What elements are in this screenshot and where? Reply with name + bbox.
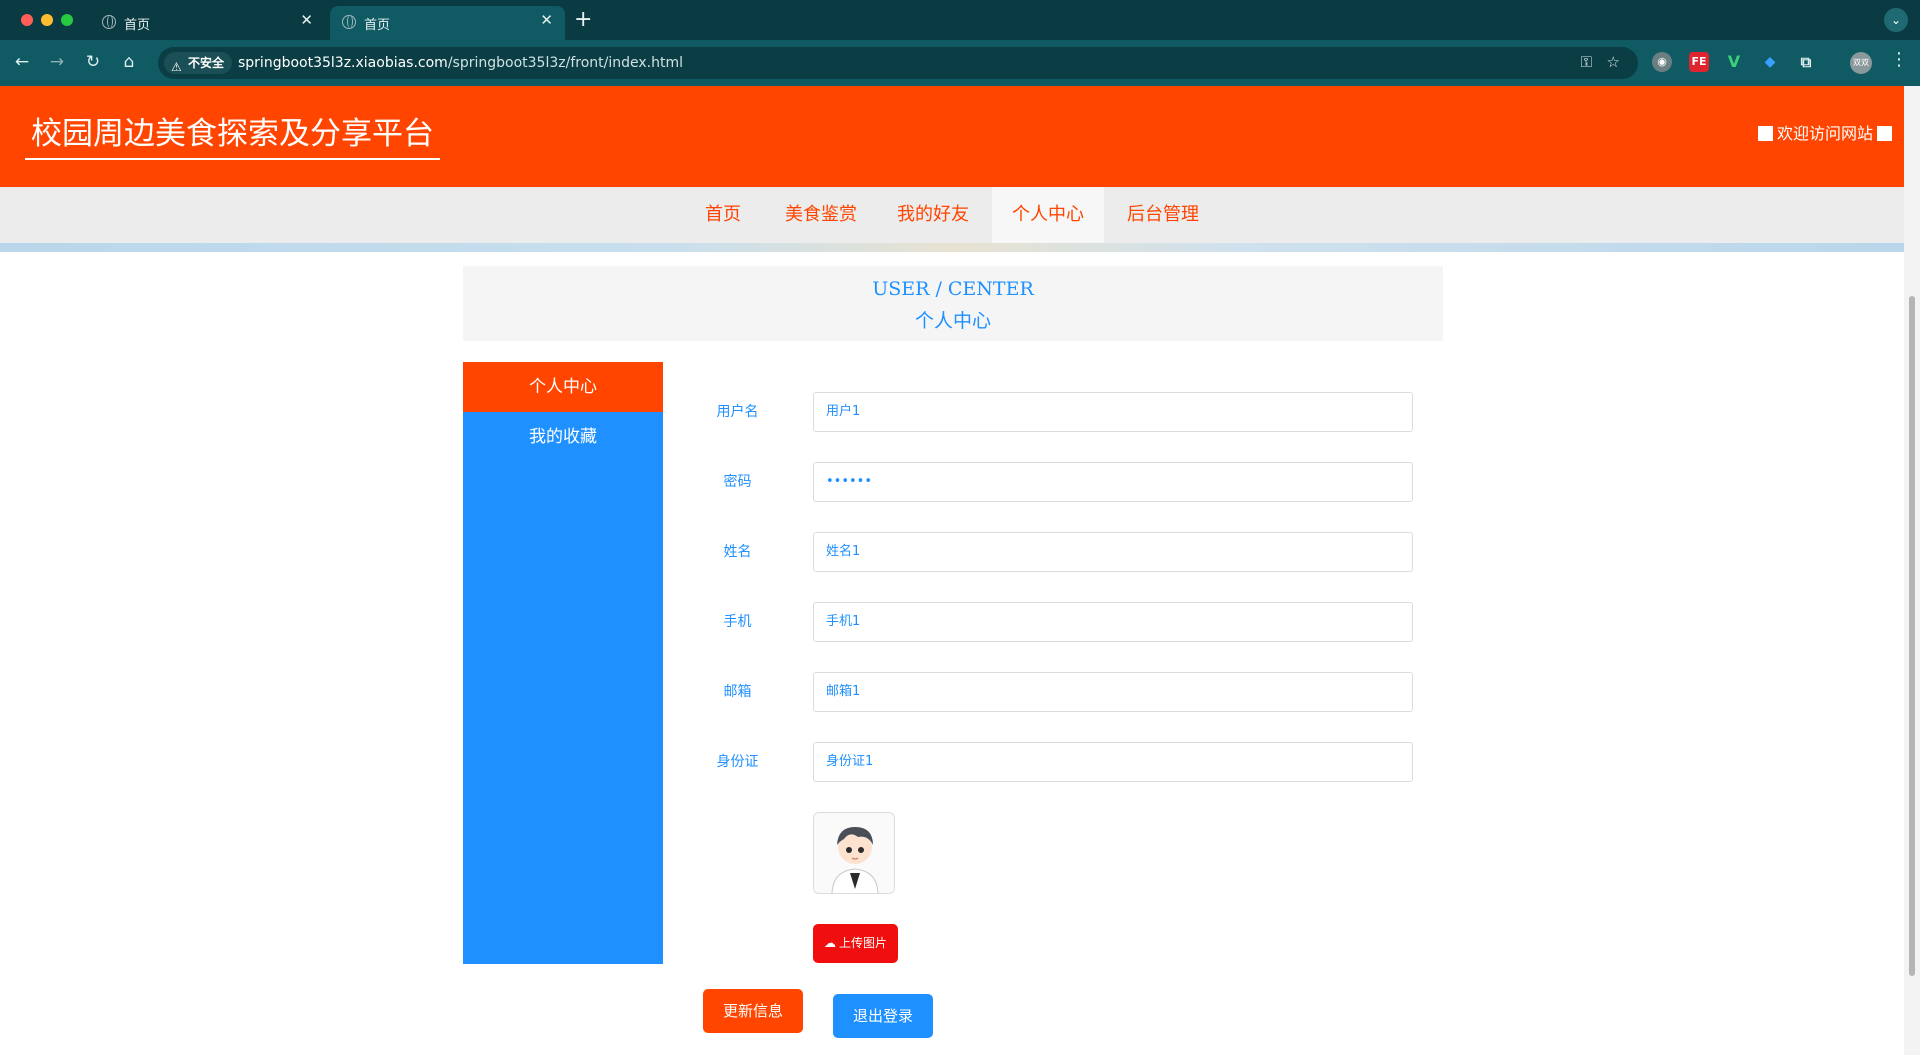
logout-button[interactable]: 退出登录 [833,994,933,1038]
globe-icon [342,15,356,29]
key-icon[interactable]: ⚿ [1581,53,1592,71]
user-center-title-en: USER / CENTER [872,278,1034,300]
tab-title: 首页 [364,18,391,33]
side-item-user-center[interactable]: 个人中心 [463,362,663,412]
nav-my-friends[interactable]: 我的好友 [877,187,989,243]
welcome-label: 欢迎访问网站 [1776,124,1873,143]
email-label: 邮箱 [723,684,752,700]
square-icon [1877,126,1892,141]
home-icon[interactable]: ⌂ [119,52,139,72]
forward-arrow-icon[interactable]: → [47,52,67,72]
tab-title: 首页 [124,18,151,33]
upload-label: 上传图片 [838,936,887,950]
globe-icon [102,15,116,29]
nav-home[interactable]: 首页 [685,187,761,243]
url-path: /springboot35l3z/front/index.html [447,55,683,71]
username-input[interactable]: 用户1 [813,392,1413,432]
form-row-password: 密码 •••••• [700,462,1415,502]
phone-label: 手机 [723,614,752,630]
url-host: springboot35l3z.xiaobias.com [238,55,448,71]
nav-user-center[interactable]: 个人中心 [992,187,1104,243]
warning-icon: ⚠ [171,60,182,74]
user-center-header: USER / CENTER 个人中心 [463,266,1443,341]
window-close-button[interactable] [21,14,33,26]
security-indicator[interactable]: ⚠ 不安全 [164,52,233,74]
update-info-button[interactable]: 更新信息 [703,989,803,1033]
extension-owl-icon[interactable]: ◉ [1652,52,1672,72]
form-row-phone: 手机 手机1 [700,602,1415,642]
window-zoom-button[interactable] [61,14,73,26]
welcome-text: 欢迎访问网站 [1754,124,1896,144]
square-icon [1757,126,1773,141]
page-scrollbar[interactable] [1904,86,1920,1055]
window-minimize-button[interactable] [41,14,53,26]
password-label: 密码 [723,474,752,490]
cloud-upload-icon: ☁ [823,936,836,950]
password-input[interactable]: •••••• [813,462,1413,502]
email-input[interactable]: 邮箱1 [813,672,1413,712]
browser-toolbar: ← → ↻ ⌂ ⚠ 不安全 springboot35l3z.xiaobias.c… [0,40,1920,86]
address-bar[interactable]: ⚠ 不安全 springboot35l3z.xiaobias.com/sprin… [158,47,1638,79]
upload-image-button[interactable]: ☁ 上传图片 [813,924,898,963]
phone-input[interactable]: 手机1 [813,602,1413,642]
side-menu: 个人中心 我的收藏 [463,362,663,964]
site-title[interactable]: 校园周边美食探索及分享平台 [25,114,440,160]
name-input[interactable]: 姓名1 [813,532,1413,572]
url-text[interactable]: springboot35l3z.xiaobias.com/springboot3… [238,55,683,71]
extensions-puzzle-icon[interactable]: ⧉ [1796,52,1816,72]
scrollbar-thumb[interactable] [1909,296,1915,976]
form-row-name: 姓名 姓名1 [700,532,1415,572]
avatar[interactable] [813,812,895,894]
close-icon[interactable]: ✕ [540,11,553,29]
id-card-label: 身份证 [716,754,759,770]
form-row-username: 用户名 用户1 [700,392,1415,432]
page-viewport: 校园周边美食探索及分享平台 欢迎访问网站 首页 美食鉴赏 我的好友 个人中心 后… [0,86,1904,1055]
name-label: 姓名 [723,544,752,560]
back-arrow-icon[interactable]: ← [12,52,32,72]
site-header: 校园周边美食探索及分享平台 欢迎访问网站 [0,86,1904,187]
main-nav: 首页 美食鉴赏 我的好友 个人中心 后台管理 [0,187,1904,243]
nav-food-appreciation[interactable]: 美食鉴赏 [765,187,877,243]
extension-fe-icon[interactable]: FE [1689,52,1709,72]
avatar-illustration [814,813,894,893]
security-label: 不安全 [188,56,225,70]
browser-tab-bar: 首页 ✕ 首页 ✕ + ⌄ [0,0,1920,40]
id-card-input[interactable]: 身份证1 [813,742,1413,782]
user-center-title-cn: 个人中心 [914,310,991,332]
extension-diamond-icon[interactable]: ◆ [1760,52,1780,72]
nav-admin[interactable]: 后台管理 [1107,187,1219,243]
reload-icon[interactable]: ↻ [83,52,103,72]
form-row-id-card: 身份证 身份证1 [700,742,1415,782]
star-icon[interactable]: ☆ [1607,53,1620,71]
browser-tab[interactable]: 首页 ✕ [90,6,325,40]
new-tab-icon[interactable]: + [574,7,592,32]
side-item-favorites[interactable]: 我的收藏 [463,412,663,462]
browser-menu-icon[interactable]: ⋮ [1890,49,1908,70]
username-label: 用户名 [716,404,759,420]
banner-strip [0,243,1904,252]
form-row-email: 邮箱 邮箱1 [700,672,1415,712]
chevron-down-icon[interactable]: ⌄ [1884,8,1908,32]
browser-tab-active[interactable]: 首页 ✕ [330,6,565,40]
extension-vue-icon[interactable]: V [1724,52,1744,72]
profile-avatar[interactable]: 双双 [1850,52,1872,74]
close-icon[interactable]: ✕ [300,11,313,29]
